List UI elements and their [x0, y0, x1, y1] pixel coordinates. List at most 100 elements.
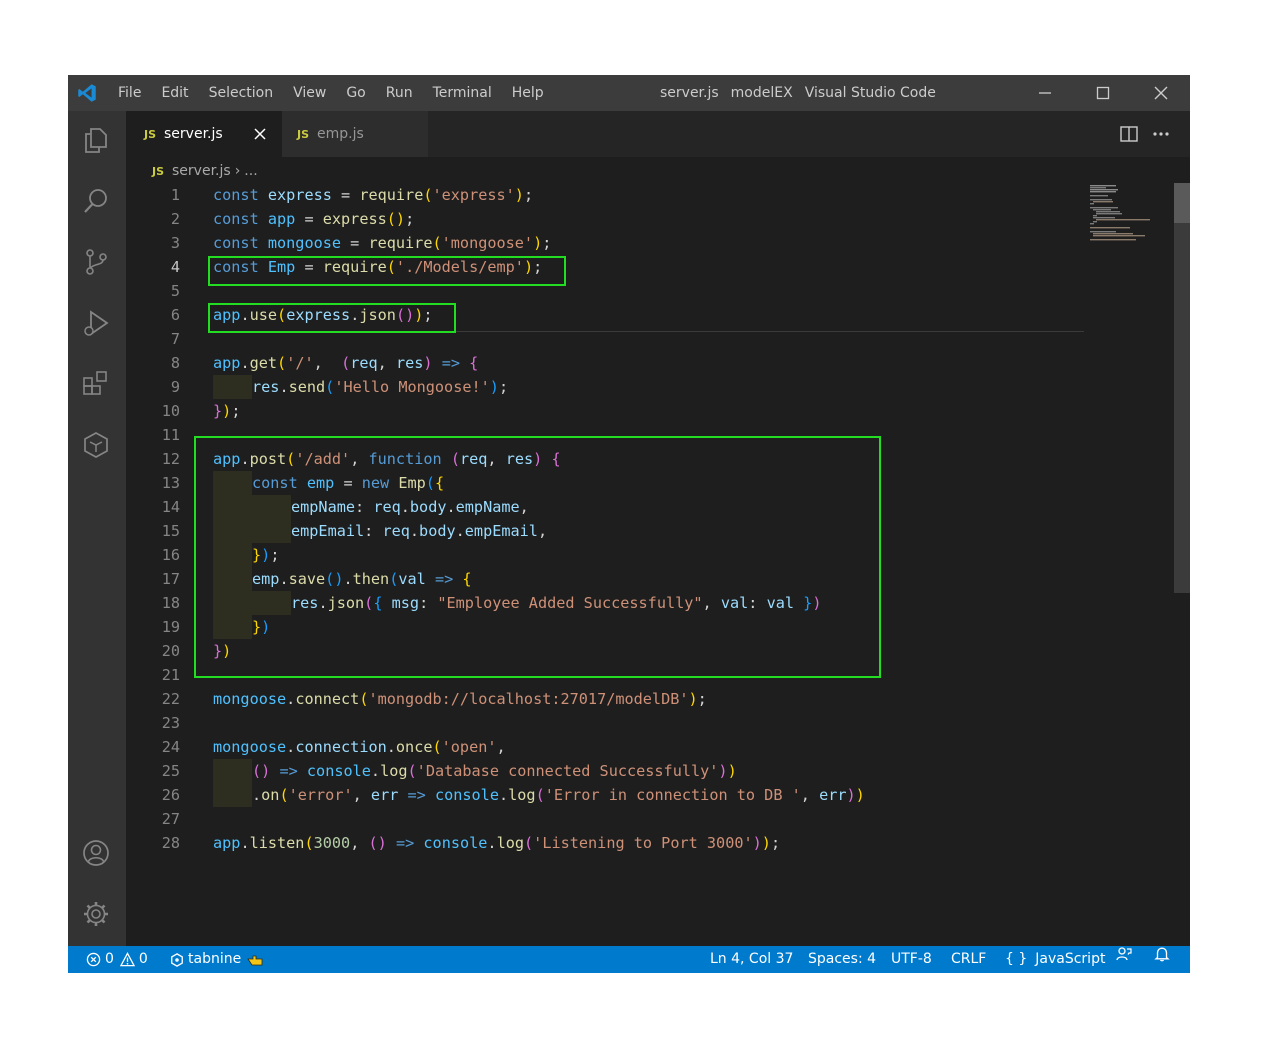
tab-emp-js[interactable]: JS emp.js [282, 111, 428, 157]
tab-close-icon[interactable] [254, 128, 266, 140]
menu-edit[interactable]: Edit [151, 75, 198, 111]
minimize-icon [1039, 92, 1051, 94]
line-number: 16 [161, 546, 180, 564]
line-number: 1 [170, 186, 180, 204]
vertical-scrollbar[interactable] [1174, 183, 1190, 593]
split-editor-icon[interactable] [1118, 123, 1140, 145]
code-line: 24 mongoose.connection.once('open', [126, 735, 1126, 759]
code-text: app.get('/', (req, res) => { [213, 354, 479, 372]
language-mode[interactable]: { } JavaScript [1005, 946, 1105, 973]
activity-bar [68, 111, 126, 946]
maximize-icon [1096, 86, 1110, 100]
account-icon[interactable] [81, 838, 111, 868]
code-line: 26 .on('error', err => console.log('Error… [126, 783, 1126, 807]
notifications-button[interactable] [1154, 946, 1170, 962]
menu-go[interactable]: Go [336, 75, 375, 111]
line-number: 11 [161, 426, 180, 444]
title-file: server.js [660, 85, 719, 101]
minimize-button[interactable] [1022, 75, 1068, 111]
title-app: Visual Studio Code [804, 85, 936, 101]
code-line: 22 mongoose.connect('mongodb://localhost:… [126, 687, 1126, 711]
highlight-box-require-emp [208, 256, 566, 286]
settings-gear-icon[interactable] [81, 899, 111, 929]
run-debug-icon[interactable] [81, 308, 111, 338]
js-file-icon: JS [297, 127, 310, 141]
extensions-icon[interactable] [81, 369, 111, 399]
line-number: 12 [161, 450, 180, 468]
search-icon[interactable] [81, 186, 111, 216]
line-number: 23 [161, 714, 180, 732]
code-text: }); [213, 402, 241, 420]
js-file-icon: JS [144, 127, 157, 141]
language-brackets-icon: { } [1005, 951, 1028, 967]
code-text: .on('error', err => console.log('Error i… [213, 783, 865, 807]
title-bar: File Edit Selection View Go Run Terminal… [68, 75, 1190, 111]
indentation-setting[interactable]: Spaces: 4 [808, 946, 876, 973]
vscode-window: File Edit Selection View Go Run Terminal… [68, 75, 1190, 973]
tab-label: server.js [164, 126, 223, 142]
language-label: JavaScript [1035, 951, 1106, 967]
js-file-icon: JS [152, 164, 165, 178]
eol-setting[interactable]: CRLF [951, 946, 986, 973]
scrollbar-thumb[interactable] [1174, 183, 1190, 223]
code-line: 8 app.get('/', (req, res) => { [126, 351, 1126, 375]
breadcrumb-rest[interactable]: ... [244, 163, 257, 179]
line-number: 2 [170, 210, 180, 228]
remote-explorer-icon[interactable] [81, 430, 111, 460]
cursor-position[interactable]: Ln 4, Col 37 [710, 946, 793, 973]
line-number: 14 [161, 498, 180, 516]
line-number: 21 [161, 666, 180, 684]
menu-view[interactable]: View [283, 75, 336, 111]
line-number: 9 [170, 378, 180, 396]
line-number: 28 [161, 834, 180, 852]
tab-label: emp.js [317, 126, 364, 142]
code-line: 2 const app = express(); [126, 207, 1126, 231]
code-text: app.listen(3000, () => console.log('List… [213, 834, 781, 852]
code-line: 3 const mongoose = require('mongoose'); [126, 231, 1126, 255]
more-actions-icon[interactable] [1150, 123, 1172, 145]
status-bar: 0 0 tabnine Ln 4, Col 37 Spaces: 4 UTF-8… [68, 946, 1190, 973]
menu-selection[interactable]: Selection [199, 75, 284, 111]
source-control-icon[interactable] [81, 247, 111, 277]
title-folder: modelEX [730, 85, 793, 101]
error-icon [86, 952, 101, 967]
encoding-setting[interactable]: UTF-8 [891, 946, 932, 973]
line-number: 22 [161, 690, 180, 708]
minimap[interactable] [1088, 183, 1178, 243]
bell-icon [1154, 947, 1170, 962]
tab-server-js[interactable]: JS server.js [126, 111, 282, 157]
line-number: 19 [161, 618, 180, 636]
code-line: 27 [126, 807, 1126, 831]
line-number: 20 [161, 642, 180, 660]
menu-terminal[interactable]: Terminal [423, 75, 502, 111]
code-editor[interactable]: 1 const express = require('express'); 2 co… [126, 183, 1190, 946]
line-number: 25 [161, 762, 180, 780]
menu-run[interactable]: Run [376, 75, 423, 111]
line-number: 6 [170, 306, 180, 324]
line-number: 4 [170, 258, 180, 276]
breadcrumb-file[interactable]: server.js [172, 163, 231, 179]
menu-bar: File Edit Selection View Go Run Terminal… [108, 75, 554, 111]
feedback-icon [1116, 947, 1132, 961]
maximize-button[interactable] [1080, 75, 1126, 111]
feedback-button[interactable] [1116, 946, 1132, 962]
breadcrumb-separator: › [234, 163, 241, 179]
explorer-icon[interactable] [81, 125, 111, 155]
code-line: 25 () => console.log('Database connected … [126, 759, 1126, 783]
breadcrumb: JS server.js › ... [152, 161, 258, 181]
code-text: const app = express(); [213, 210, 415, 228]
line-number: 15 [161, 522, 180, 540]
code-text: () => console.log('Database connected Su… [213, 759, 737, 783]
line-number: 17 [161, 570, 180, 588]
code-line: 1 const express = require('express'); [126, 183, 1126, 207]
window-title: server.js modelEX Visual Studio Code [660, 75, 948, 111]
tabnine-status[interactable]: tabnine [170, 946, 263, 973]
line-number: 10 [161, 402, 180, 420]
tabnine-hand-icon [247, 955, 263, 965]
line-number: 13 [161, 474, 180, 492]
problems-indicator[interactable]: 0 0 [86, 946, 148, 973]
close-button[interactable] [1138, 75, 1184, 111]
menu-file[interactable]: File [108, 75, 151, 111]
tabnine-icon [171, 952, 183, 967]
menu-help[interactable]: Help [502, 75, 554, 111]
